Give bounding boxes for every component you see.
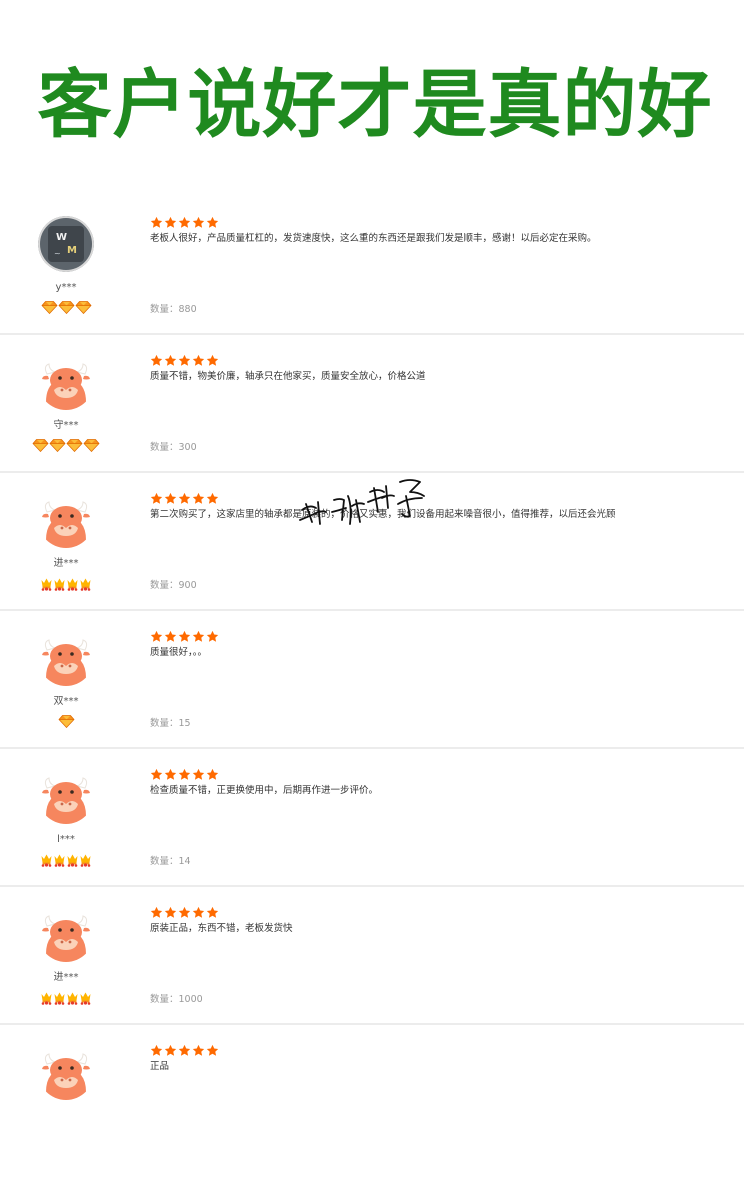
svg-text:W: W [56,232,67,243]
crown-icon [79,853,92,872]
bull-avatar-icon [38,492,94,548]
bull-avatar-icon [38,1044,94,1100]
bull-avatar-icon [38,354,94,410]
page-headline: 客户说好才是真的好 [37,62,713,148]
crown-icon [40,577,53,596]
diamond-icon [57,301,75,320]
bull-avatar-icon [38,906,94,962]
diamond-icon [83,439,100,458]
bull-avatar-icon [38,630,94,686]
buyer-level-badges [0,439,132,453]
star-rating [150,906,220,920]
purchase-quantity: 数量：880 [150,304,197,315]
reviewer-name: 守*** [53,420,79,431]
purchase-quantity: 数量：300 [150,442,197,453]
review-text: 质量很好，。。 [150,647,208,658]
buyer-level-badges [0,301,132,315]
star-rating [150,1044,220,1058]
bull-avatar-icon [38,768,94,824]
purchase-quantity: 数量：14 [150,856,191,867]
star-rating [150,768,220,782]
reviewer-name: 进*** [53,972,79,983]
crown-icon [40,991,53,1010]
reviewer-name: y*** [55,282,77,293]
star-rating [150,492,220,506]
diamond-icon [40,301,58,320]
review-list: W M ~ y*** 老板人很好，产品质量杠杠的，发货速度快，这么重的东西还是跟我们发是… [0,197,750,1161]
diamond-icon [32,439,49,458]
diamond-icon [66,439,83,458]
crown-icon [66,991,79,1010]
crown-icon [66,577,79,596]
crown-icon [53,991,66,1010]
svg-text:~: ~ [54,249,61,258]
diamond-icon [74,301,92,320]
crown-icon [53,853,66,872]
purchase-quantity: 数量：1000 [150,994,203,1005]
buyer-level-badges [0,991,132,1005]
star-rating [150,630,220,644]
reviewer-name: l*** [57,834,75,845]
purchase-quantity: 数量：900 [150,580,197,591]
buyer-level-badges [0,577,132,591]
purchase-quantity: 数量：15 [150,718,191,729]
buyer-level-badges [0,853,132,867]
user-photo-avatar: W M ~ [38,216,94,272]
review-item: 守*** 质量不错，物美价廉，轴承只在他家买，质量安全放心，价格公道 数量：300 [0,335,744,473]
review-item: W M ~ y*** 老板人很好，产品质量杠杠的，发货速度快，这么重的东西还是跟我们发是… [0,197,744,335]
star-rating [150,216,220,230]
crown-icon [79,577,92,596]
review-text: 检查质量不错，正更换使用中，后期再作进一步评价。 [150,785,379,796]
reviewer-name: 双*** [53,696,79,707]
crown-icon [40,853,53,872]
svg-text:M: M [67,245,77,256]
crown-icon [79,991,92,1010]
review-text: 原装正品，东西不错，老板发货快 [150,923,293,934]
review-item: l*** 检查质量不错，正更换使用中，后期再作进一步评价。 数量：14 [0,749,744,887]
crown-icon [53,577,66,596]
review-item: 正品 [0,1025,744,1161]
diamond-icon [57,715,75,734]
diamond-icon [49,439,66,458]
crown-icon [66,853,79,872]
reviewer-name: 进*** [53,558,79,569]
buyer-level-badges [0,715,132,729]
review-text: 老板人很好，产品质量杠杠的，发货速度快，这么重的东西还是跟我们发是顺丰，感谢！以… [150,233,597,244]
star-icon [192,1044,206,1063]
star-icon [178,1044,192,1063]
review-text: 质量不错，物美价廉，轴承只在他家买，质量安全放心，价格公道 [150,371,426,382]
star-icon [206,630,220,649]
signature-watermark [299,479,425,525]
star-rating [150,354,220,368]
review-item: 进*** 原装正品，东西不错，老板发货快 数量：1000 [0,887,744,1025]
star-icon [206,1044,220,1063]
review-item: 双*** 质量很好，。。 数量：15 [0,611,744,749]
review-text: 正品 [150,1061,170,1072]
